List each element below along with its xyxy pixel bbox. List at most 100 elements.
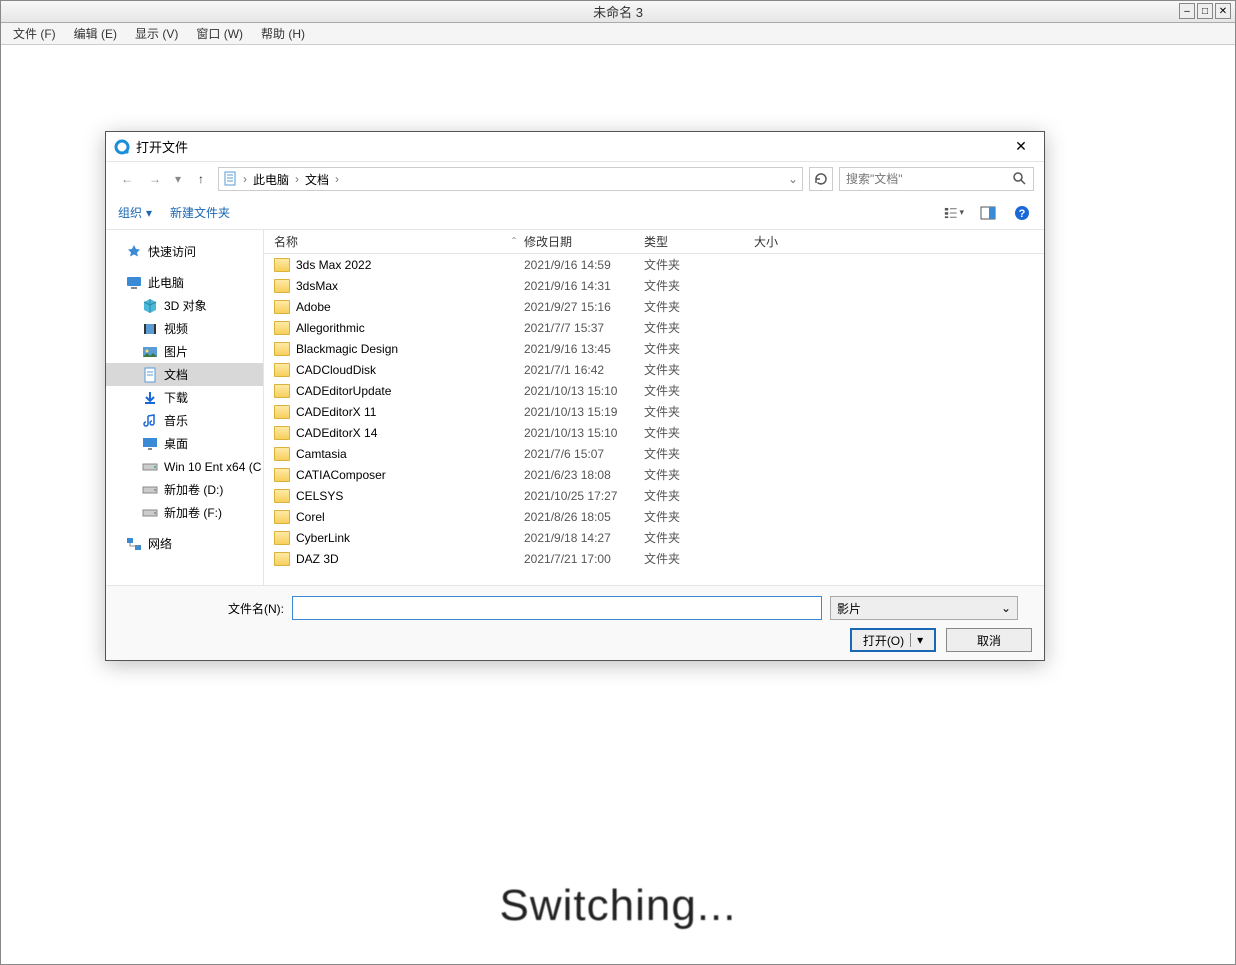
breadcrumb-documents[interactable]: 文档: [303, 171, 331, 188]
new-folder-button[interactable]: 新建文件夹: [170, 204, 230, 221]
file-row[interactable]: Blackmagic Design2021/9/16 13:45文件夹: [264, 338, 1044, 359]
file-row[interactable]: 3ds Max 20222021/9/16 14:59文件夹: [264, 254, 1044, 275]
up-button[interactable]: ↑: [190, 168, 212, 190]
file-row[interactable]: DAZ 3D2021/7/21 17:00文件夹: [264, 548, 1044, 569]
address-bar[interactable]: › 此电脑 › 文档 › ⌄: [218, 167, 803, 191]
file-list: 名称ˆ 修改日期 类型 大小 3ds Max 20222021/9/16 14:…: [264, 230, 1044, 585]
preview-pane-button[interactable]: [978, 203, 998, 223]
download-icon: [142, 390, 158, 406]
minimize-button[interactable]: –: [1179, 3, 1195, 19]
sidebar-item-music[interactable]: 音乐: [106, 409, 263, 432]
dialog-close-button[interactable]: ✕: [1006, 135, 1036, 159]
open-button[interactable]: 打开(O) ▾: [850, 628, 936, 652]
menu-help[interactable]: 帮助 (H): [255, 23, 311, 44]
file-row[interactable]: CADEditorX 112021/10/13 15:19文件夹: [264, 401, 1044, 422]
cancel-button[interactable]: 取消: [946, 628, 1032, 652]
folder-icon: [274, 405, 290, 419]
sidebar-item-3d-objects[interactable]: 3D 对象: [106, 294, 263, 317]
file-type: 文件夹: [644, 445, 754, 462]
chevron-down-icon[interactable]: ⌄: [788, 172, 798, 186]
open-dropdown-icon[interactable]: ▾: [910, 633, 923, 647]
file-type: 文件夹: [644, 403, 754, 420]
menu-edit[interactable]: 编辑 (E): [68, 23, 123, 44]
file-row[interactable]: CATIAComposer2021/6/23 18:08文件夹: [264, 464, 1044, 485]
column-type[interactable]: 类型: [644, 233, 754, 250]
view-mode-button[interactable]: ▾: [944, 203, 964, 223]
titlebar[interactable]: 未命名 3 – □ ✕: [1, 1, 1235, 23]
file-name: Camtasia: [296, 447, 347, 461]
organize-dropdown[interactable]: 组织 ▾: [118, 204, 152, 221]
file-date: 2021/10/25 17:27: [524, 489, 644, 503]
menubar: 文件 (F) 编辑 (E) 显示 (V) 窗口 (W) 帮助 (H): [1, 23, 1235, 45]
sidebar-network[interactable]: 网络: [106, 532, 263, 555]
sidebar-item-downloads[interactable]: 下载: [106, 386, 263, 409]
breadcrumb-thispc[interactable]: 此电脑: [251, 171, 291, 188]
forward-button[interactable]: →: [144, 168, 166, 190]
help-button[interactable]: ?: [1012, 203, 1032, 223]
file-name: CADCloudDisk: [296, 363, 376, 377]
folder-icon: [274, 426, 290, 440]
file-date: 2021/9/16 14:59: [524, 258, 644, 272]
svg-text:?: ?: [1019, 208, 1026, 220]
file-type: 文件夹: [644, 319, 754, 336]
sidebar-item-drive-c[interactable]: Win 10 Ent x64 (C: [106, 455, 263, 478]
file-name: Allegorithmic: [296, 321, 365, 335]
file-type: 文件夹: [644, 508, 754, 525]
file-name: 3dsMax: [296, 279, 338, 293]
dialog-titlebar[interactable]: 打开文件 ✕: [106, 132, 1044, 162]
file-row[interactable]: Camtasia2021/7/6 15:07文件夹: [264, 443, 1044, 464]
sidebar-this-pc[interactable]: 此电脑: [106, 271, 263, 294]
search-box[interactable]: [839, 167, 1034, 191]
search-input[interactable]: [846, 172, 1011, 186]
file-type: 文件夹: [644, 277, 754, 294]
column-date[interactable]: 修改日期: [524, 233, 644, 250]
chevron-down-icon: ▾: [959, 207, 964, 218]
file-row[interactable]: CELSYS2021/10/25 17:27文件夹: [264, 485, 1044, 506]
file-type: 文件夹: [644, 340, 754, 357]
file-list-body[interactable]: 3ds Max 20222021/9/16 14:59文件夹3dsMax2021…: [264, 254, 1044, 585]
film-icon: [142, 321, 158, 337]
chevron-right-icon: ›: [335, 172, 339, 186]
documents-icon: [223, 171, 239, 187]
file-row[interactable]: 3dsMax2021/9/16 14:31文件夹: [264, 275, 1044, 296]
file-row[interactable]: Allegorithmic2021/7/7 15:37文件夹: [264, 317, 1044, 338]
column-name[interactable]: 名称ˆ: [264, 233, 524, 250]
file-row[interactable]: CADEditorUpdate2021/10/13 15:10文件夹: [264, 380, 1044, 401]
file-row[interactable]: Adobe2021/9/27 15:16文件夹: [264, 296, 1044, 317]
folder-icon: [274, 384, 290, 398]
file-row[interactable]: CyberLink2021/9/18 14:27文件夹: [264, 527, 1044, 548]
recent-dropdown-icon[interactable]: ▾: [172, 168, 184, 190]
open-file-dialog: 打开文件 ✕ ← → ▾ ↑ › 此电脑 › 文档 › ⌄: [105, 131, 1045, 661]
close-button[interactable]: ✕: [1215, 3, 1231, 19]
menu-window[interactable]: 窗口 (W): [190, 23, 249, 44]
back-button[interactable]: ←: [116, 168, 138, 190]
sidebar-item-pictures[interactable]: 图片: [106, 340, 263, 363]
sidebar-item-desktop[interactable]: 桌面: [106, 432, 263, 455]
sidebar-item-drive-d[interactable]: 新加卷 (D:): [106, 478, 263, 501]
file-name: Adobe: [296, 300, 331, 314]
refresh-icon: [813, 171, 829, 187]
folder-icon: [274, 363, 290, 377]
file-row[interactable]: Corel2021/8/26 18:05文件夹: [264, 506, 1044, 527]
filename-input[interactable]: [292, 596, 822, 620]
column-size[interactable]: 大小: [754, 233, 824, 250]
maximize-button[interactable]: □: [1197, 3, 1213, 19]
sidebar-item-documents[interactable]: 文档: [106, 363, 263, 386]
file-row[interactable]: CADCloudDisk2021/7/1 16:42文件夹: [264, 359, 1044, 380]
search-icon[interactable]: [1011, 170, 1027, 189]
sidebar-item-videos[interactable]: 视频: [106, 317, 263, 340]
sidebar-item-drive-f[interactable]: 新加卷 (F:): [106, 501, 263, 524]
file-date: 2021/6/23 18:08: [524, 468, 644, 482]
file-type-filter[interactable]: 影片 ⌄: [830, 596, 1018, 620]
file-date: 2021/9/16 13:45: [524, 342, 644, 356]
menu-view[interactable]: 显示 (V): [129, 23, 184, 44]
document-icon: [142, 367, 158, 383]
file-row[interactable]: CADEditorX 142021/10/13 15:10文件夹: [264, 422, 1044, 443]
file-date: 2021/7/21 17:00: [524, 552, 644, 566]
file-type: 文件夹: [644, 466, 754, 483]
sidebar-quick-access[interactable]: 快速访问: [106, 240, 263, 263]
refresh-button[interactable]: [809, 167, 833, 191]
file-date: 2021/10/13 15:19: [524, 405, 644, 419]
menu-file[interactable]: 文件 (F): [7, 23, 62, 44]
music-icon: [142, 413, 158, 429]
